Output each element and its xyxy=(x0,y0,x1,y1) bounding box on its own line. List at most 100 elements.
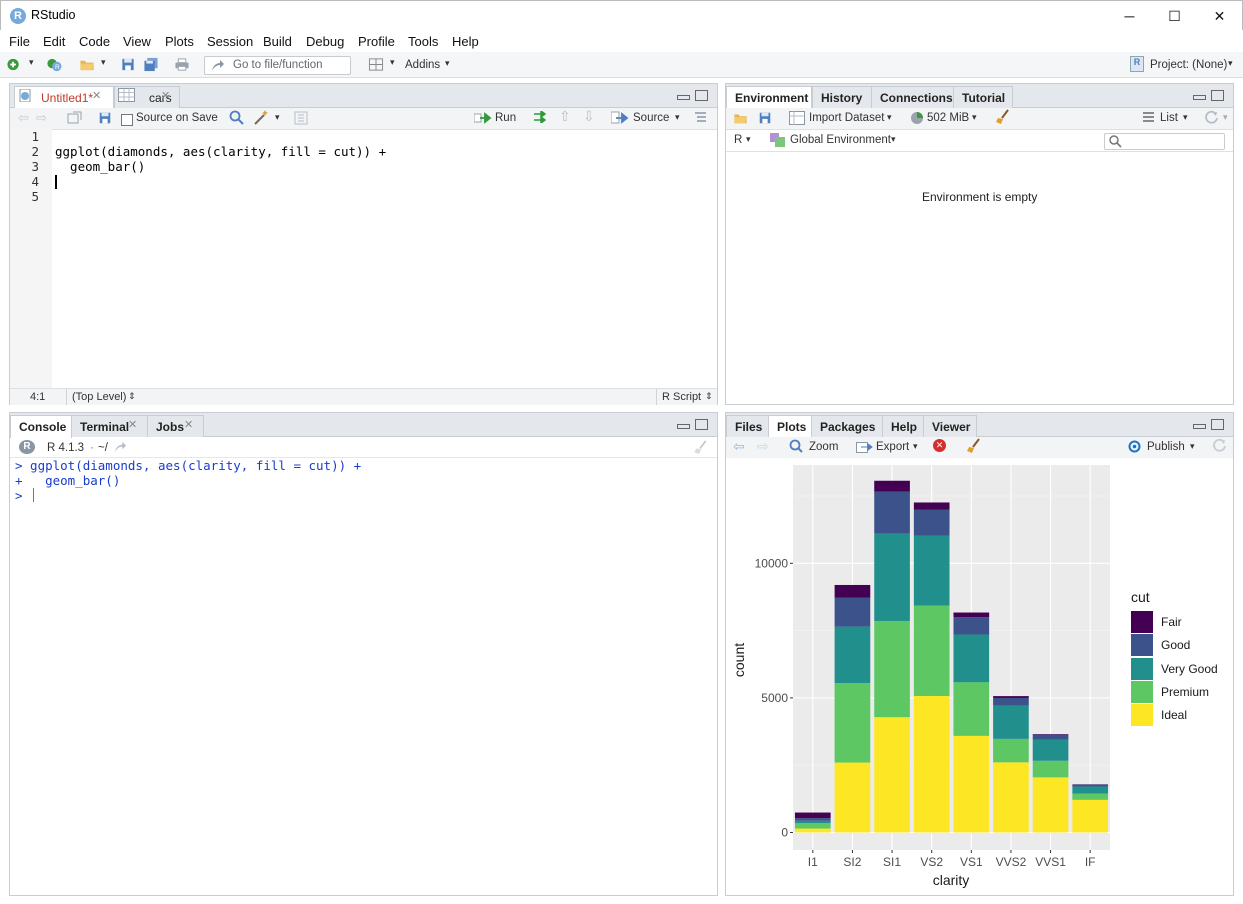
save-icon[interactable] xyxy=(120,57,136,72)
minimize-button[interactable]: ─ xyxy=(1107,1,1152,31)
source-dropdown-icon[interactable]: ▾ xyxy=(675,112,680,123)
new-project-icon[interactable]: R xyxy=(46,57,62,72)
export-dropdown-icon[interactable]: ▾ xyxy=(913,441,918,452)
menu-view[interactable]: View xyxy=(123,34,151,49)
tab-console[interactable]: Console xyxy=(10,415,72,438)
tab-history[interactable]: History xyxy=(812,86,872,108)
menu-plots[interactable]: Plots xyxy=(165,34,194,49)
tab-viewer[interactable]: Viewer xyxy=(923,415,977,437)
run-button[interactable]: Run xyxy=(495,112,516,124)
scope-dropdown-icon[interactable]: ▾ xyxy=(891,134,896,145)
document-outline-icon[interactable] xyxy=(694,111,707,123)
addins-menu[interactable]: Addins xyxy=(405,59,440,71)
tab-jobs[interactable]: Jobs xyxy=(147,415,204,437)
tab-help[interactable]: Help xyxy=(882,415,924,437)
maximize-pane-icon[interactable] xyxy=(1211,419,1224,430)
clear-console-broom-icon[interactable] xyxy=(693,440,709,455)
language-dropdown-icon[interactable]: ▾ xyxy=(746,134,751,145)
back-arrow-icon[interactable]: ⇦ xyxy=(18,110,29,126)
minimize-pane-icon[interactable] xyxy=(677,95,690,100)
publish-dropdown-icon[interactable]: ▾ xyxy=(1190,441,1195,452)
previous-plot-icon[interactable]: ⇦ xyxy=(733,438,745,455)
tab-plots[interactable]: Plots xyxy=(768,415,812,438)
file-type-menu[interactable]: R Script xyxy=(662,391,701,403)
tab-environment[interactable]: Environment xyxy=(726,86,812,109)
menu-session[interactable]: Session xyxy=(207,34,253,49)
environment-search-input[interactable] xyxy=(1104,133,1225,150)
maximize-pane-icon[interactable] xyxy=(695,90,708,101)
close-button[interactable]: ✕ xyxy=(1197,1,1242,31)
minimize-pane-icon[interactable] xyxy=(1193,424,1206,429)
close-terminal-tab-icon[interactable]: ✕ xyxy=(128,418,137,431)
next-plot-icon[interactable]: ⇨ xyxy=(757,438,769,455)
refresh-dropdown-icon[interactable]: ▾ xyxy=(1223,112,1228,123)
clear-plots-broom-icon[interactable] xyxy=(966,438,982,454)
console-output[interactable] xyxy=(10,458,717,894)
import-dropdown-icon[interactable]: ▾ xyxy=(887,112,892,123)
new-file-dropdown-icon[interactable]: ▾ xyxy=(29,57,34,68)
tab-viewer-label: Viewer xyxy=(932,420,971,434)
source-button[interactable]: Source xyxy=(633,112,669,124)
go-down-icon[interactable]: ⇩ xyxy=(583,108,595,125)
memory-dropdown-icon[interactable]: ▾ xyxy=(972,112,977,123)
panes-dropdown-icon[interactable]: ▾ xyxy=(390,57,395,68)
remove-plot-icon[interactable]: ✕ xyxy=(933,439,946,452)
clear-workspace-broom-icon[interactable] xyxy=(995,109,1011,125)
menu-build[interactable]: Build xyxy=(263,34,292,49)
refresh-plot-icon[interactable] xyxy=(1212,438,1227,453)
find-replace-icon[interactable] xyxy=(229,110,244,125)
save-all-icon[interactable] xyxy=(143,57,159,72)
close-tab-cars-icon[interactable]: ✕ xyxy=(161,89,170,102)
compile-report-icon[interactable] xyxy=(294,111,308,125)
menu-help[interactable]: Help xyxy=(452,34,479,49)
forward-arrow-icon[interactable]: ⇨ xyxy=(36,110,47,126)
maximize-pane-icon[interactable] xyxy=(695,419,708,430)
import-dataset-button[interactable]: Import Dataset xyxy=(809,112,884,124)
workspace-panes-icon[interactable] xyxy=(368,57,384,72)
memory-usage[interactable]: 502 MiB xyxy=(927,112,969,124)
rerun-icon[interactable] xyxy=(532,111,550,123)
publish-button[interactable]: Publish xyxy=(1147,441,1185,453)
open-recent-dropdown-icon[interactable]: ▾ xyxy=(101,57,106,68)
close-tab-untitled1-icon[interactable]: ✕ xyxy=(92,89,101,102)
minimize-pane-icon[interactable] xyxy=(1193,95,1206,100)
language-menu[interactable]: R xyxy=(734,134,742,146)
environment-scope-menu[interactable]: Global Environment xyxy=(790,134,891,146)
save-source-icon[interactable] xyxy=(98,111,112,125)
menu-code[interactable]: Code xyxy=(79,34,110,49)
tab-files[interactable]: Files xyxy=(726,415,769,437)
show-in-window-icon[interactable] xyxy=(67,111,82,124)
tab-packages[interactable]: Packages xyxy=(811,415,883,437)
menu-tools[interactable]: Tools xyxy=(408,34,438,49)
code-editor[interactable] xyxy=(52,128,717,388)
view-mode-dropdown-icon[interactable]: ▾ xyxy=(1183,112,1188,123)
go-up-icon[interactable]: ⇧ xyxy=(559,108,571,125)
export-button[interactable]: Export xyxy=(876,441,909,453)
menu-edit[interactable]: Edit xyxy=(43,34,65,49)
project-menu[interactable]: Project: (None) xyxy=(1150,59,1227,71)
tab-connections[interactable]: Connections xyxy=(871,86,954,108)
maximize-pane-icon[interactable] xyxy=(1211,90,1224,101)
save-workspace-icon[interactable] xyxy=(758,111,772,125)
source-on-save-checkbox[interactable] xyxy=(121,114,133,126)
go-to-directory-icon[interactable] xyxy=(114,441,127,453)
print-icon[interactable] xyxy=(174,57,190,72)
menu-profile[interactable]: Profile xyxy=(358,34,395,49)
tab-tutorial[interactable]: Tutorial xyxy=(953,86,1013,108)
status-divider xyxy=(656,389,657,405)
zoom-button[interactable]: Zoom xyxy=(809,441,838,453)
view-mode-menu[interactable]: List xyxy=(1160,112,1178,124)
menu-file[interactable]: File xyxy=(9,34,30,49)
load-workspace-icon[interactable] xyxy=(732,111,749,125)
close-jobs-tab-icon[interactable]: ✕ xyxy=(184,418,193,431)
minimize-pane-icon[interactable] xyxy=(677,424,690,429)
refresh-icon[interactable] xyxy=(1204,110,1219,125)
code-tools-wand-icon[interactable] xyxy=(253,109,270,125)
maximize-button[interactable]: ☐ xyxy=(1152,1,1197,31)
bar-segment xyxy=(993,738,1029,763)
scope-navigator[interactable]: (Top Level) xyxy=(72,391,126,403)
menu-debug[interactable]: Debug xyxy=(306,34,344,49)
code-tools-dropdown-icon[interactable]: ▾ xyxy=(275,112,280,123)
open-file-icon[interactable] xyxy=(79,57,95,72)
new-file-icon[interactable] xyxy=(6,57,22,72)
